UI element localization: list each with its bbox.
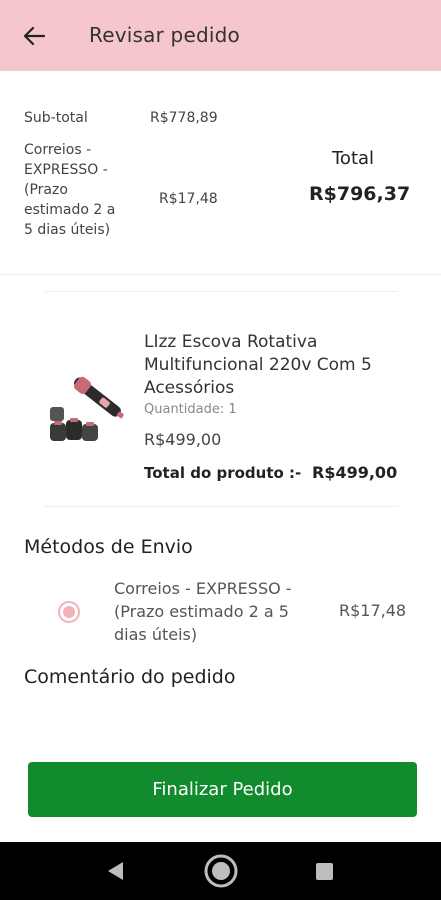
nav-recents-icon[interactable]: [316, 863, 333, 880]
shipping-label: Correios - EXPRESSO - (Prazo estimado 2 …: [24, 142, 116, 238]
subtotal-label: Sub-total: [24, 110, 88, 126]
shipping-option-radio[interactable]: [58, 601, 80, 623]
shipping-option-price: R$17,48: [339, 601, 407, 620]
hair-brush-icon: [50, 376, 124, 441]
product-bottom-divider: [44, 506, 398, 507]
shipping-option-label[interactable]: Correios - EXPRESSO - (Prazo estimado 2 …: [114, 577, 324, 646]
radio-selected-dot: [63, 606, 75, 618]
total-label: Total: [332, 148, 375, 169]
finalize-order-button[interactable]: Finalizar Pedido: [28, 762, 417, 817]
total-value: R$796,37: [309, 183, 411, 205]
summary-divider: [0, 274, 441, 275]
shipping-value: R$17,48: [159, 191, 218, 207]
subtotal-value: R$778,89: [150, 110, 218, 126]
product-image[interactable]: [44, 365, 134, 445]
nav-home-icon[interactable]: [203, 853, 239, 889]
app-bar: Revisar pedido: [0, 0, 441, 71]
shipping-methods-title: Métodos de Envio: [24, 536, 193, 558]
arrow-left-icon: [23, 26, 45, 46]
product-quantity: Quantidade: 1: [144, 402, 237, 417]
product-total-value: R$499,00: [312, 463, 398, 482]
finalize-order-label: Finalizar Pedido: [152, 779, 293, 800]
order-comment-title: Comentário do pedido: [24, 666, 236, 688]
page-title: Revisar pedido: [89, 23, 240, 47]
system-nav-bar: [0, 842, 441, 900]
nav-back-icon[interactable]: [105, 860, 125, 882]
product-price: R$499,00: [144, 430, 222, 449]
product-top-divider: [44, 291, 398, 292]
back-button[interactable]: [14, 18, 54, 54]
product-name[interactable]: LIzz Escova Rotativa Multifuncional 220v…: [144, 331, 404, 400]
product-total-label: Total do produto :-: [144, 464, 302, 482]
